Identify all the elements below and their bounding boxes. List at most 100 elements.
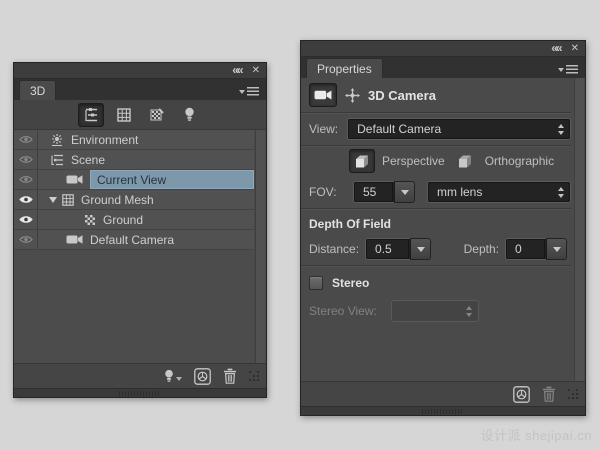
delete-icon[interactable] (542, 386, 556, 402)
depth-of-field-row: Distance: 0.5 Depth: 0 (301, 233, 571, 265)
view-select[interactable]: Default Camera (347, 118, 571, 140)
tree-row-environment[interactable]: Environment (14, 130, 254, 150)
properties-titlebar: «« ✕ (301, 41, 585, 57)
tree-row-ground[interactable]: Ground (14, 210, 254, 230)
chevron-down-icon (176, 377, 182, 381)
view-label: View: (309, 122, 338, 136)
depth-of-field-header: Depth Of Field (301, 209, 571, 233)
material-icon (84, 214, 96, 226)
properties-panel: «« ✕ Properties 3D (300, 40, 586, 416)
3d-panel: «« ✕ 3D (13, 62, 267, 398)
chevron-down-icon (417, 247, 425, 252)
orthographic-cube-icon (457, 154, 473, 169)
distance-dropdown-button[interactable] (410, 238, 431, 260)
chevron-down-icon (553, 247, 561, 252)
orthographic-button[interactable] (452, 149, 478, 173)
stereo-row: Stereo (301, 266, 571, 296)
tree-row-ground-mesh[interactable]: Ground Mesh (14, 190, 254, 210)
delete-icon[interactable] (223, 368, 237, 384)
resize-grip-icon[interactable] (249, 371, 260, 382)
panel-menu-icon[interactable] (558, 65, 578, 74)
panel-drag-grip[interactable] (422, 409, 464, 414)
collapse-panel-icon[interactable]: «« (551, 42, 560, 54)
lightbulb-icon (184, 107, 195, 122)
filter-whole-scene-button[interactable] (78, 103, 104, 127)
resize-grip-icon[interactable] (568, 389, 579, 400)
scrollbar[interactable] (574, 78, 584, 381)
3d-panel-tabbar: 3D (14, 79, 266, 100)
tree-row-default-camera[interactable]: Default Camera (14, 230, 254, 250)
stepper-icon (556, 124, 566, 135)
visibility-toggle[interactable] (14, 190, 38, 209)
3d-scene-tree: Environment Scene (14, 130, 254, 250)
eye-icon (19, 215, 33, 224)
scene-tree-icon (83, 108, 99, 122)
visibility-toggle[interactable] (14, 210, 38, 229)
tree-row-current-view[interactable]: Current View (14, 170, 254, 190)
page-title: 3D Camera (368, 88, 436, 103)
visibility-toggle[interactable] (14, 130, 38, 149)
collapse-panel-icon[interactable]: «« (232, 64, 241, 76)
visibility-toggle[interactable] (14, 170, 38, 189)
distance-input[interactable]: 0.5 (365, 238, 410, 260)
scrollbar[interactable] (255, 130, 265, 363)
fov-label: FOV: (309, 185, 353, 199)
distance-combo: 0.5 (365, 238, 431, 260)
stepper-icon (556, 187, 566, 198)
depth-input[interactable]: 0 (505, 238, 546, 260)
close-icon[interactable]: ✕ (252, 66, 260, 76)
visibility-toggle[interactable] (14, 150, 38, 169)
close-icon[interactable]: ✕ (571, 44, 579, 54)
filter-meshes-button[interactable] (111, 103, 137, 127)
properties-header-row: 3D Camera (301, 78, 571, 112)
coordinates-icon[interactable] (345, 88, 360, 103)
expander-icon[interactable] (49, 197, 57, 203)
scene-icon (50, 154, 64, 166)
camera-icon (66, 174, 83, 185)
filter-materials-button[interactable] (144, 103, 170, 127)
filter-lights-button[interactable] (177, 103, 203, 127)
visibility-toggle[interactable] (14, 230, 38, 249)
tab-properties[interactable]: Properties (306, 58, 383, 78)
3d-filter-toolbar (14, 100, 266, 130)
3d-panel-bottom-toolbar (14, 363, 266, 388)
properties-bottom-toolbar (301, 381, 585, 406)
camera-icon (66, 234, 83, 245)
stereo-view-label: Stereo View: (309, 304, 385, 318)
selected-item-highlight: Current View (90, 170, 254, 189)
view-row: View: Default Camera (301, 113, 571, 145)
eye-icon (19, 235, 33, 244)
stereo-checkbox[interactable] (309, 276, 323, 290)
perspective-button[interactable] (349, 149, 375, 173)
lens-unit-select[interactable]: mm lens (427, 181, 571, 203)
depth-dropdown-button[interactable] (546, 238, 567, 260)
eye-icon (19, 135, 33, 144)
projection-row: Perspective Orthographic (301, 146, 571, 176)
eye-icon (19, 155, 33, 164)
fov-combo: 55 (353, 181, 415, 203)
eye-icon (19, 195, 33, 204)
fov-dropdown-button[interactable] (394, 181, 415, 203)
tab-3d[interactable]: 3D (19, 80, 56, 100)
tree-row-scene[interactable]: Scene (14, 150, 254, 170)
render-icon[interactable] (513, 386, 530, 403)
render-icon[interactable] (194, 368, 211, 385)
perspective-cube-icon (354, 154, 370, 169)
orthographic-label[interactable]: Orthographic (485, 154, 554, 168)
depth-combo: 0 (505, 238, 567, 260)
distance-label: Distance: (309, 242, 359, 256)
watermark: 设计派 shejipai.cn (480, 425, 592, 444)
materials-checker-icon (150, 108, 164, 122)
fov-input[interactable]: 55 (353, 181, 394, 203)
stereo-view-select (391, 300, 479, 322)
new-light-button[interactable] (164, 369, 182, 383)
panel-drag-grip[interactable] (119, 391, 161, 396)
panel-menu-icon[interactable] (239, 87, 259, 96)
mesh-icon (62, 194, 74, 206)
eye-icon (19, 175, 33, 184)
new-light-icon (164, 369, 174, 383)
perspective-label[interactable]: Perspective (382, 154, 445, 168)
3d-panel-titlebar: «« ✕ (14, 63, 266, 79)
camera-properties-button[interactable] (309, 83, 337, 107)
stereo-label: Stereo (332, 276, 369, 290)
